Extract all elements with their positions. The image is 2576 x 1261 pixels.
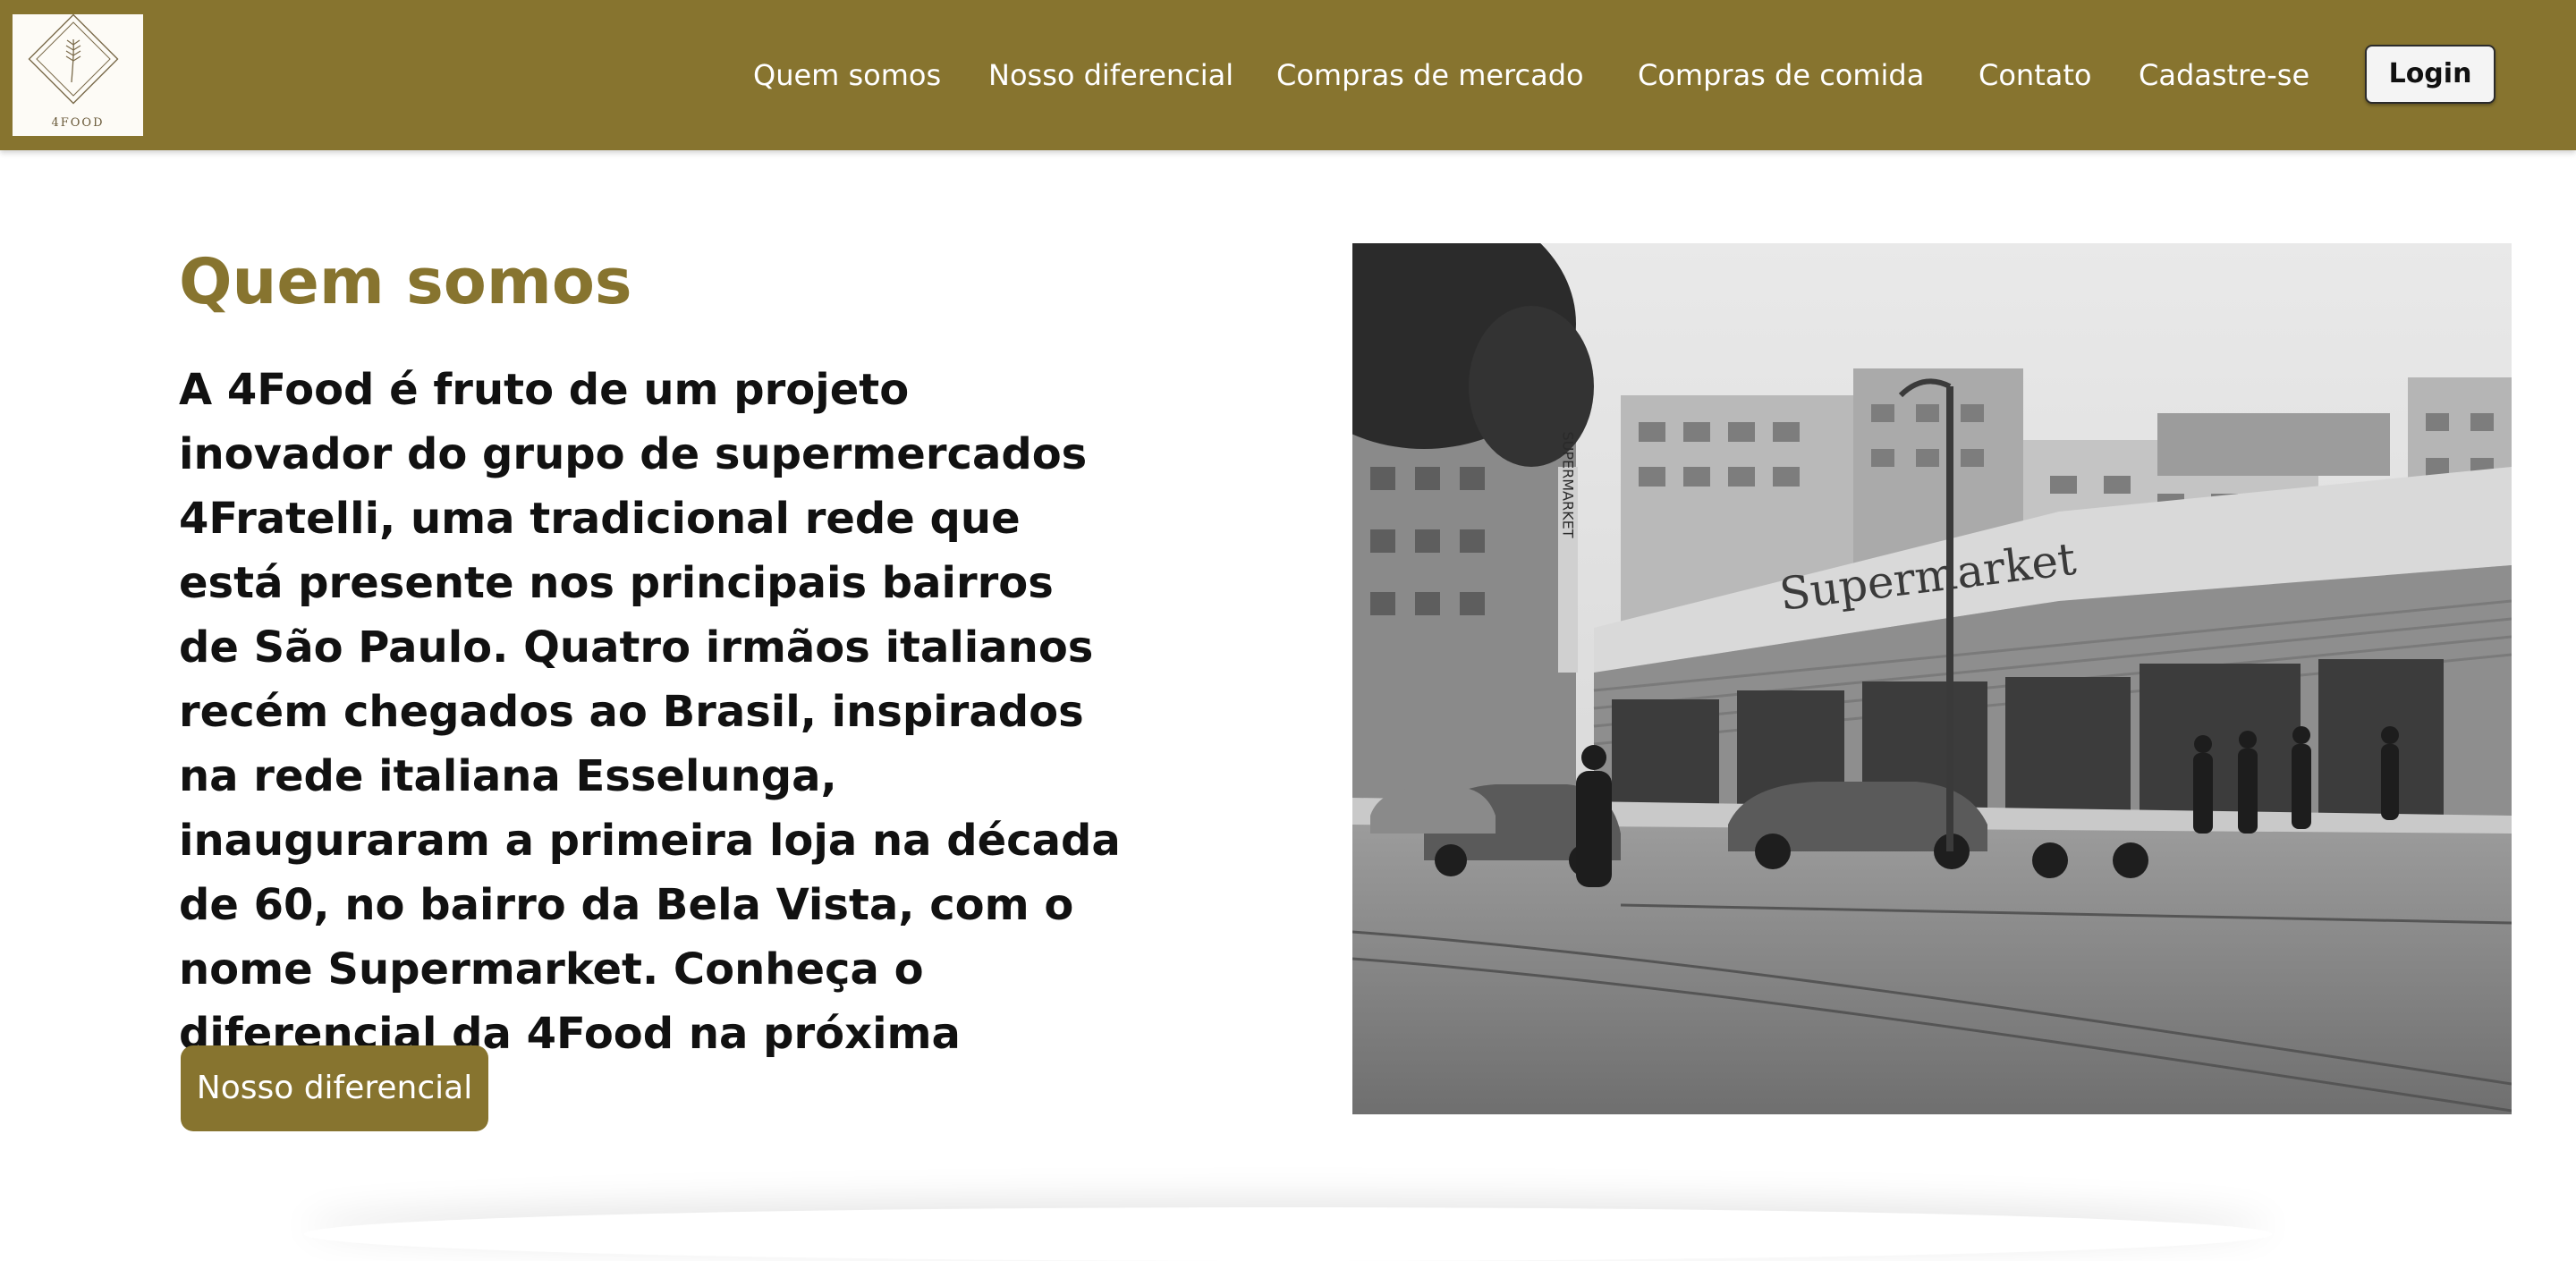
nav-nosso-diferencial[interactable]: Nosso diferencial: [988, 55, 1233, 95]
nav-contato[interactable]: Contato: [1979, 55, 2091, 95]
page-title: Quem somos: [179, 245, 632, 318]
nav-compras-de-comida[interactable]: Compras de comida: [1638, 55, 1924, 95]
top-navbar: 4FOOD Quem somos Nosso diferencial Compr…: [0, 0, 2576, 150]
nav-compras-de-mercado[interactable]: Compras de mercado: [1276, 55, 1584, 95]
nav-cadastre-se[interactable]: Cadastre-se: [2139, 55, 2309, 95]
about-text: A 4Food é fruto de um projeto inovador d…: [179, 365, 1121, 1123]
supermarket-photo: Supermarket SUPERMARKET: [1352, 243, 2512, 1114]
brand-logo[interactable]: 4FOOD: [13, 14, 143, 136]
login-button[interactable]: Login: [2365, 45, 2496, 104]
logo-text: 4FOOD: [51, 116, 105, 130]
nosso-diferencial-button[interactable]: Nosso diferencial: [181, 1045, 488, 1131]
supermarket-photo-illustration: Supermarket SUPERMARKET: [1352, 243, 2512, 1114]
photo-vertical-sign-text: SUPERMARKET: [1560, 432, 1577, 538]
nav-quem-somos[interactable]: Quem somos: [753, 55, 941, 95]
section-divider-shadow: [304, 1207, 2272, 1261]
